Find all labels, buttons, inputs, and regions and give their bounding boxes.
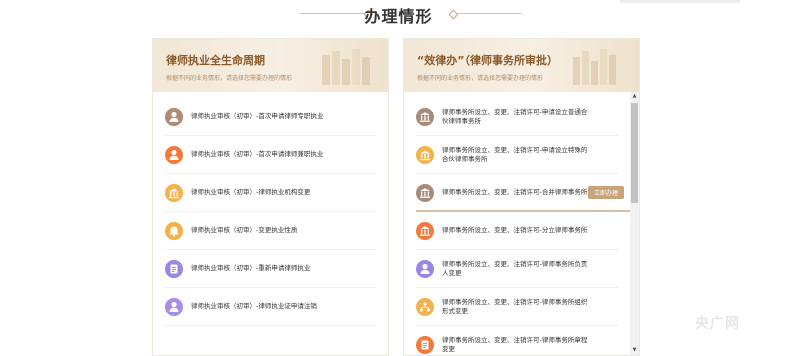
scroll-up-icon[interactable]: ▲: [630, 92, 639, 101]
court-icon: [416, 183, 434, 202]
list-item[interactable]: 律师执业审核（初审）-律师执业证申请注销: [165, 288, 376, 326]
list-item-label: 律师事务所设立、变更、注销许可-合并律师事务所: [442, 188, 588, 196]
court-icon: [416, 107, 434, 126]
list-item-label: 律师执业审核（初审）-律师执业机构变更: [191, 188, 311, 196]
document-icon: [416, 335, 434, 354]
court-icon: [416, 221, 434, 240]
person-icon: [165, 107, 183, 126]
section-header: 办理情形: [0, 0, 797, 30]
building-icon: [165, 183, 183, 202]
law-firm-approval-panel: “效律办”（律师事务所审批） 根据不同的业务情形，请选择您需要办理的情形 律师事…: [403, 38, 640, 356]
handle-now-button[interactable]: 立即办理: [587, 186, 624, 199]
situation-list: 律师执业审核（初审）-首次申请律师专职执业 律师执业审核（初审）-首次申请律师兼职…: [153, 92, 388, 355]
list-item-label: 律师执业审核（初审）-变更执业性质: [191, 226, 298, 234]
list-item-label: 律师执业审核（初审）-律师执业证申请注销: [191, 302, 317, 310]
list-item-label: 律师事务所设立、变更、注销许可-分立律师事务所: [442, 226, 588, 234]
list-item[interactable]: 律师执业审核（初审）-律师执业机构变更: [165, 174, 376, 212]
person-icon: [165, 145, 183, 164]
bell-icon: [165, 221, 183, 240]
list-item[interactable]: 律师事务所设立、变更、注销许可-申请设立特殊的合伙律师事务所: [416, 136, 618, 174]
top-bar-fragment: [620, 0, 740, 3]
list-item[interactable]: 律师事务所设立、变更、注销许可-合并律师事务所 立即办理: [416, 174, 632, 212]
watermark-logo: 央广网: [695, 316, 740, 332]
list-item[interactable]: 律师执业审核（初审）-重新申请律师执业: [165, 250, 376, 288]
situation-list: 律师事务所设立、变更、注销许可-申请设立普通合伙律师事务所 律师事务所设立、变更、…: [404, 92, 632, 355]
panel-header: “效律办”（律师事务所审批） 根据不同的业务情形，请选择您需要办理的情形: [404, 39, 639, 92]
document-icon: [165, 259, 183, 278]
list-item-label: 律师事务所设立、变更、注销许可-律师事务所组织形式变更: [442, 297, 588, 315]
list-item-label: 律师执业审核（初审）-首次申请律师兼职执业: [191, 150, 324, 158]
building-icon: [416, 145, 434, 164]
list-item[interactable]: 律师事务所设立、变更、注销许可-申请设立普通合伙律师事务所: [416, 98, 618, 136]
list-item[interactable]: 律师事务所设立、变更、注销许可-分立律师事务所: [416, 212, 618, 250]
books-decoration-icon: [573, 49, 616, 85]
list-item[interactable]: 律师事务所设立、变更、注销许可-律师事务所章程变更: [416, 326, 618, 355]
person-icon: [165, 297, 183, 316]
books-decoration-icon: [322, 49, 370, 85]
list-item-label: 律师事务所设立、变更、注销许可-申请设立特殊的合伙律师事务所: [442, 145, 588, 163]
org-icon: [416, 297, 434, 316]
list-item[interactable]: 律师事务所设立、变更、注销许可-律师事务所负责人变更: [416, 250, 618, 288]
list-item-label: 律师事务所设立、变更、注销许可-律师事务所章程变更: [442, 335, 588, 353]
lawyer-lifecycle-panel: 律师执业全生命周期 根据不同的业务情形，请选择您需要办理的情形 律师执业审核（初…: [152, 38, 389, 356]
list-item-label: 律师执业审核（初审）-首次申请律师专职执业: [191, 112, 324, 120]
section-title: 办理情形: [364, 7, 433, 26]
list-item-label: 律师事务所设立、变更、注销许可-申请设立普通合伙律师事务所: [442, 107, 588, 125]
list-item[interactable]: 律师事务所设立、变更、注销许可-律师事务所组织形式变更: [416, 288, 618, 326]
scrollbar[interactable]: ▲ ▼: [630, 92, 639, 355]
list-item-label: 律师执业审核（初审）-重新申请律师执业: [191, 264, 311, 272]
title-decoration-right: [452, 13, 522, 14]
list-item[interactable]: 律师执业审核（初审）-变更执业性质: [165, 212, 376, 250]
list-item[interactable]: 律师执业审核（初审）-首次申请律师兼职执业: [165, 136, 376, 174]
list-item[interactable]: 律师执业审核（初审）-首次申请律师专职执业: [165, 98, 376, 136]
panel-header: 律师执业全生命周期 根据不同的业务情形，请选择您需要办理的情形: [153, 39, 388, 92]
person-icon: [416, 259, 434, 278]
scroll-down-icon[interactable]: ▼: [630, 346, 639, 355]
scrollbar-thumb[interactable]: [631, 103, 638, 203]
list-item-label: 律师事务所设立、变更、注销许可-律师事务所负责人变更: [442, 259, 588, 277]
